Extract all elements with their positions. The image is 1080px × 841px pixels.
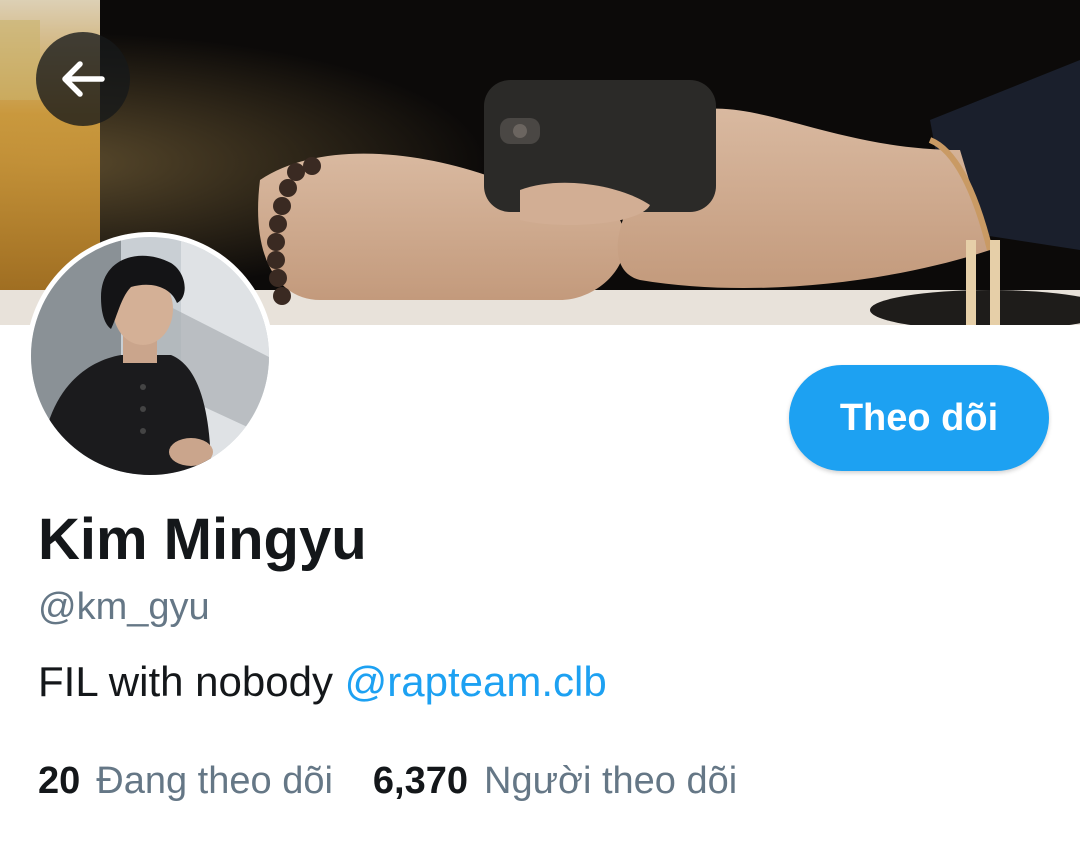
following-stat[interactable]: 20 Đang theo dõi xyxy=(38,760,333,803)
following-count: 20 xyxy=(38,760,81,802)
followers-stat[interactable]: 6,370 Người theo dõi xyxy=(373,760,737,803)
bio-mention-link[interactable]: @rapteam.clb xyxy=(345,658,607,705)
back-button[interactable] xyxy=(36,32,130,126)
profile-bio: FIL with nobody @rapteam.clb xyxy=(38,658,607,706)
followers-label: Người theo dõi xyxy=(484,760,738,802)
profile-handle: @km_gyu xyxy=(38,586,210,628)
avatar[interactable] xyxy=(26,232,274,480)
profile-page: Theo dõi Kim Mingyu @km_gyu FIL with nob… xyxy=(0,0,1080,841)
follow-button[interactable]: Theo dõi xyxy=(789,365,1049,471)
followers-count: 6,370 xyxy=(372,760,469,802)
avatar-image xyxy=(31,237,269,475)
following-label: Đang theo dõi xyxy=(96,760,333,802)
arrow-left-icon xyxy=(62,61,105,97)
profile-display-name: Kim Mingyu xyxy=(38,507,367,572)
profile-stats: 20 Đang theo dõi 6,370 Người theo dõi xyxy=(38,760,737,803)
bio-text: FIL with nobody xyxy=(38,658,345,705)
